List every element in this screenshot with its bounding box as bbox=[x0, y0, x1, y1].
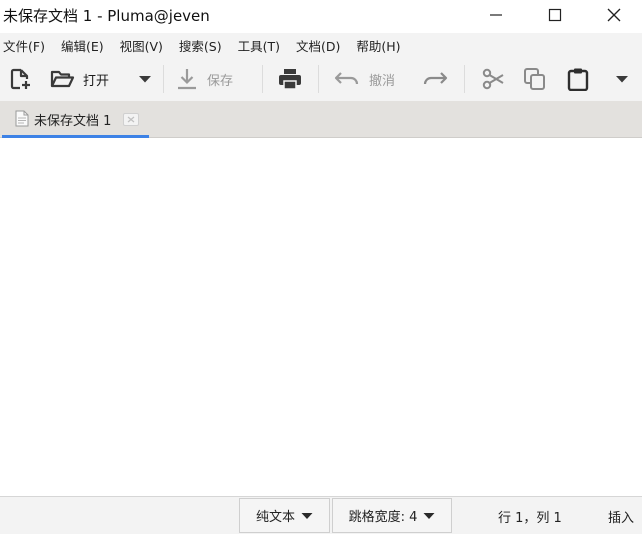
print-button[interactable] bbox=[277, 57, 303, 101]
toolbar-separator bbox=[262, 65, 263, 93]
language-label: 纯文本 bbox=[255, 510, 295, 525]
cut-button[interactable] bbox=[479, 57, 505, 101]
maximize-icon bbox=[548, 8, 562, 22]
save-button[interactable]: 保存 bbox=[175, 57, 233, 101]
minimize-icon bbox=[490, 14, 502, 16]
text-editor-area[interactable] bbox=[0, 139, 642, 496]
active-tab-indicator bbox=[2, 135, 149, 138]
tab-label: 未保存文档 1 bbox=[34, 114, 112, 129]
minimize-button[interactable] bbox=[473, 0, 519, 30]
menu-edit[interactable]: 编辑(E) bbox=[61, 36, 104, 55]
copy-button[interactable] bbox=[522, 57, 548, 101]
chevron-down-icon bbox=[301, 512, 313, 519]
undo-button[interactable]: 撤消 bbox=[333, 57, 395, 101]
tab-width-label: 跳格宽度: 4 bbox=[348, 510, 418, 525]
text-document-icon bbox=[15, 110, 29, 127]
new-document-button[interactable] bbox=[8, 57, 32, 101]
insert-mode: 插入 bbox=[608, 511, 635, 526]
close-icon bbox=[607, 8, 621, 22]
open-recent-dropdown[interactable] bbox=[138, 57, 152, 101]
save-download-icon bbox=[178, 69, 196, 90]
toolbar-separator bbox=[464, 65, 465, 93]
redo-button[interactable] bbox=[421, 57, 449, 101]
close-window-button[interactable] bbox=[591, 0, 637, 30]
open-label: 打开 bbox=[83, 73, 110, 89]
paste-button[interactable] bbox=[566, 57, 590, 101]
tab-untitled-document[interactable]: 未保存文档 1 bbox=[2, 101, 149, 138]
tab-strip: 未保存文档 1 bbox=[0, 101, 642, 138]
status-bar: 纯文本 跳格宽度: 4 行 1，列 1 插入 bbox=[0, 496, 642, 534]
paste-icon bbox=[567, 68, 589, 91]
undo-label: 撤消 bbox=[369, 73, 396, 89]
copy-icon bbox=[524, 68, 545, 90]
language-selector[interactable]: 纯文本 bbox=[239, 498, 330, 533]
undo-icon bbox=[334, 72, 359, 85]
maximize-button[interactable] bbox=[532, 0, 578, 30]
menu-search[interactable]: 搜索(S) bbox=[179, 36, 222, 55]
menu-view[interactable]: 视图(V) bbox=[120, 36, 163, 55]
menu-documents[interactable]: 文档(D) bbox=[296, 36, 340, 55]
menu-tools[interactable]: 工具(T) bbox=[238, 36, 280, 55]
menu-help[interactable]: 帮助(H) bbox=[356, 36, 400, 55]
toolbar: 打开 保存 撤消 bbox=[0, 57, 642, 101]
toolbar-separator bbox=[163, 65, 164, 93]
open-folder-icon bbox=[50, 70, 75, 88]
open-button[interactable]: 打开 bbox=[49, 57, 109, 101]
tab-close-icon[interactable] bbox=[123, 113, 139, 126]
print-icon bbox=[279, 69, 301, 90]
title-bar: 未保存文档 1 - Pluma@jeven bbox=[0, 0, 642, 30]
redo-icon bbox=[423, 72, 448, 85]
cut-icon bbox=[482, 68, 504, 90]
chevron-down-icon bbox=[139, 76, 151, 83]
cursor-position: 行 1，列 1 bbox=[498, 511, 562, 526]
menu-bar: 文件(F) 编辑(E) 视图(V) 搜索(S) 工具(T) 文档(D) 帮助(H… bbox=[0, 33, 642, 57]
new-document-icon bbox=[10, 68, 30, 90]
toolbar-separator bbox=[318, 65, 319, 93]
chevron-down-icon bbox=[423, 512, 435, 519]
menu-file[interactable]: 文件(F) bbox=[3, 36, 45, 55]
window-title: 未保存文档 1 - Pluma@jeven bbox=[3, 7, 210, 25]
save-label: 保存 bbox=[207, 73, 234, 89]
overflow-chevron-icon bbox=[616, 76, 628, 83]
tab-width-selector[interactable]: 跳格宽度: 4 bbox=[332, 498, 452, 533]
toolbar-overflow-button[interactable] bbox=[615, 57, 629, 101]
